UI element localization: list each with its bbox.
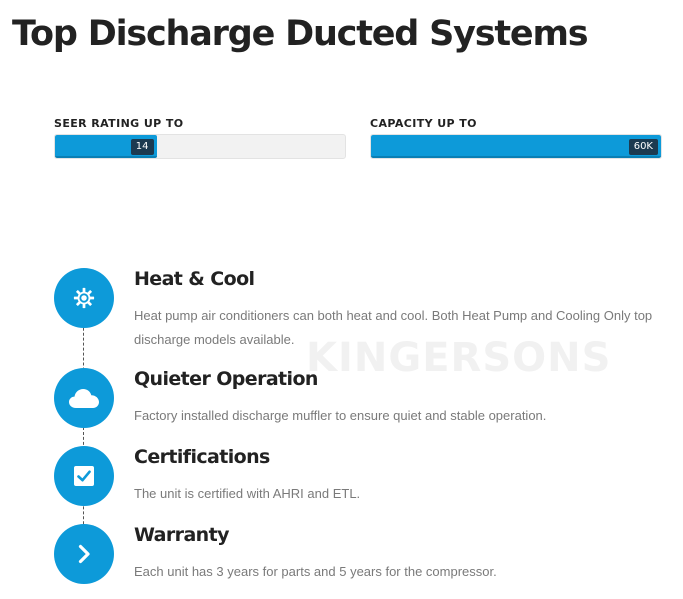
feature-description: Each unit has 3 years for parts and 5 ye… [134, 564, 497, 579]
seer-rating-label: SEER RATING UP TO [54, 117, 184, 130]
feature-title: Certifications [134, 446, 270, 468]
capacity-value: 60K [628, 139, 658, 155]
feature-title: Heat & Cool [134, 268, 255, 290]
feature-title: Quieter Operation [134, 368, 318, 390]
capacity-bar: 60K [370, 134, 662, 159]
cloud-icon [54, 368, 114, 428]
seer-rating-meter: SEER RATING UP TO 14 [54, 117, 346, 159]
gear-icon [54, 268, 114, 328]
feature-title: Warranty [134, 524, 229, 546]
chevron-right-icon [54, 524, 114, 584]
checkbox-icon [54, 446, 114, 506]
capacity-label: CAPACITY UP TO [370, 117, 477, 130]
feature-description: The unit is certified with AHRI and ETL. [134, 486, 361, 501]
seer-rating-fill: 14 [55, 135, 157, 158]
feature-description: Factory installed discharge muffler to e… [134, 408, 547, 423]
capacity-meter: CAPACITY UP TO 60K [370, 117, 662, 159]
capacity-fill: 60K [371, 135, 661, 158]
feature-description: Heat pump air conditioners can both heat… [134, 308, 653, 347]
seer-rating-bar: 14 [54, 134, 346, 159]
seer-rating-value: 14 [130, 139, 154, 155]
page-title: Top Discharge Ducted Systems [12, 14, 589, 54]
